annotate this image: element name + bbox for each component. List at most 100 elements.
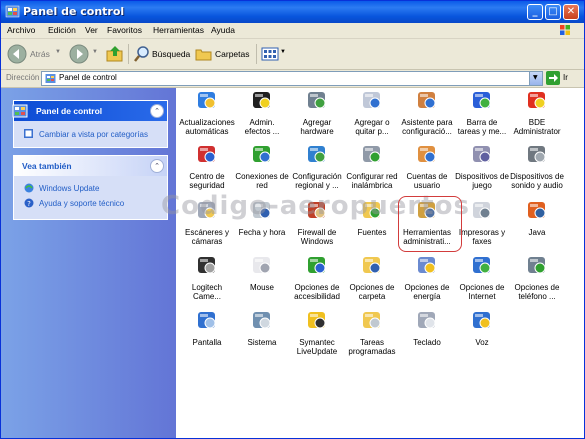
item-label: Opciones de accesibilidad bbox=[289, 283, 345, 301]
control-panel-item[interactable]: Opciones de accesibilidad bbox=[289, 253, 345, 301]
close-button[interactable]: ✕ bbox=[563, 4, 579, 20]
network-icon bbox=[253, 146, 271, 163]
menu-edicion[interactable]: Edición bbox=[48, 25, 76, 35]
item-label-line1: Agregar o bbox=[354, 118, 390, 127]
item-label-line1: Fecha y hora bbox=[238, 228, 286, 237]
control-panel-item[interactable]: Actualizaciones automáticas bbox=[179, 88, 235, 136]
item-label: Opciones de carpeta bbox=[344, 283, 400, 301]
control-panel-box: Panel de control ⌃ Cambiar a vista por c… bbox=[12, 100, 168, 148]
item-label-line2: automáticas bbox=[185, 127, 229, 136]
back-button[interactable]: Atrás ▼ bbox=[7, 43, 62, 65]
collapse-icon[interactable]: ⌃ bbox=[150, 104, 164, 118]
toolbar-separator bbox=[128, 44, 129, 64]
item-label-line1: Barra de bbox=[466, 118, 498, 127]
control-panel-item[interactable]: Dispositivos de juego bbox=[454, 142, 510, 190]
control-panel-item[interactable]: Voz bbox=[454, 308, 510, 347]
control-panel-item[interactable]: Asistente para configuració... bbox=[399, 88, 455, 136]
item-label-line1: Opciones de bbox=[404, 283, 450, 292]
views-button[interactable]: ▼ bbox=[261, 43, 287, 65]
mouse-icon bbox=[253, 257, 271, 274]
control-panel-item[interactable]: Agregar hardware bbox=[289, 88, 345, 136]
collapse-icon[interactable]: ⌃ bbox=[150, 159, 164, 173]
item-label: Admin. efectos ... bbox=[234, 118, 290, 136]
control-panel-item[interactable]: Cuentas de usuario bbox=[399, 142, 455, 190]
control-panel-item[interactable]: Opciones de carpeta bbox=[344, 253, 400, 301]
item-label-line1: Pantalla bbox=[192, 338, 222, 347]
control-panel-item[interactable]: Opciones de energía bbox=[399, 253, 455, 301]
address-dropdown-button[interactable]: ▼ bbox=[529, 72, 542, 85]
item-label-line1: Fuentes bbox=[357, 228, 387, 237]
item-label-line2: accesibilidad bbox=[294, 292, 340, 301]
windows-update-link[interactable]: Windows Update bbox=[39, 184, 99, 193]
logitech-icon bbox=[198, 257, 216, 274]
item-label-line1: Centro de bbox=[189, 172, 225, 181]
maximize-button[interactable]: □ bbox=[545, 4, 561, 20]
control-panel-item[interactable]: Mouse bbox=[234, 253, 290, 292]
item-label: Agregar o quitar p... bbox=[344, 118, 400, 136]
help-support-link[interactable]: Ayuda y soporte técnico bbox=[39, 199, 124, 208]
item-label-line1: Dispositivos de bbox=[455, 172, 509, 181]
panel-header[interactable]: Panel de control ⌃ bbox=[12, 101, 167, 121]
item-label-line2: Administrator bbox=[513, 127, 561, 136]
control-panel-item[interactable]: Tareas programadas bbox=[344, 308, 400, 356]
forward-button[interactable]: ▼ bbox=[69, 43, 99, 65]
control-panel-item[interactable]: Conexiones de red bbox=[234, 142, 290, 190]
item-label-line1: Agregar bbox=[302, 118, 332, 127]
control-panel-item[interactable]: Opciones de Internet bbox=[454, 253, 510, 301]
title-bar[interactable]: Panel de control _ □ ✕ bbox=[1, 1, 584, 23]
menu-favoritos[interactable]: Favoritos bbox=[107, 25, 142, 35]
windows-logo-icon bbox=[560, 25, 570, 35]
toolbar-separator bbox=[256, 44, 257, 64]
control-panel-item[interactable]: Agregar o quitar p... bbox=[344, 88, 400, 136]
item-label: Centro de seguridad bbox=[179, 172, 235, 190]
control-panel-item[interactable]: Configurar red inalámbrica bbox=[344, 142, 400, 190]
item-label: Opciones de Internet bbox=[454, 283, 510, 301]
control-panel-item[interactable]: Configuración regional y ... bbox=[289, 142, 345, 190]
liveupdate-icon bbox=[308, 312, 326, 329]
search-button[interactable]: Búsqueda bbox=[133, 43, 191, 65]
minimize-button[interactable]: _ bbox=[527, 4, 543, 20]
control-panel-item[interactable]: Pantalla bbox=[179, 308, 235, 347]
control-panel-item[interactable]: Centro de seguridad bbox=[179, 142, 235, 190]
item-label-line1: Actualizaciones bbox=[179, 118, 235, 127]
folders-button[interactable]: Carpetas bbox=[195, 43, 253, 65]
category-view-icon bbox=[24, 129, 33, 138]
item-label-line2: faxes bbox=[472, 237, 492, 246]
speaker-icon bbox=[253, 92, 271, 109]
address-input[interactable]: Panel de control ▼ bbox=[41, 71, 543, 86]
item-label-line1: Sistema bbox=[247, 338, 277, 347]
control-panel-item[interactable]: Java bbox=[509, 198, 565, 237]
switch-category-view-link[interactable]: Cambiar a vista por categorías bbox=[39, 130, 148, 139]
control-panel-item[interactable]: Teclado bbox=[399, 308, 455, 347]
svg-text:?: ? bbox=[27, 200, 31, 208]
chevron-down-icon: ▼ bbox=[533, 74, 538, 81]
control-panel-item[interactable]: Admin. efectos ... bbox=[234, 88, 290, 136]
explorer-window: Panel de control _ □ ✕ Archivo Edición V… bbox=[0, 0, 585, 439]
java-icon bbox=[528, 202, 546, 219]
control-panel-item[interactable]: Barra de tareas y me... bbox=[454, 88, 510, 136]
item-label-line1: Symantec bbox=[299, 338, 335, 347]
control-panel-item[interactable]: Sistema bbox=[234, 308, 290, 347]
globe-icon bbox=[308, 146, 326, 163]
go-button[interactable]: Ir bbox=[546, 71, 582, 85]
tasks-folder-icon bbox=[363, 312, 381, 329]
control-panel-item[interactable]: Logitech Came... bbox=[179, 253, 235, 301]
item-label: Sistema bbox=[234, 338, 290, 347]
address-value: Panel de control bbox=[59, 73, 117, 82]
control-panel-item[interactable]: Symantec LiveUpdate bbox=[289, 308, 345, 356]
up-folder-button[interactable] bbox=[105, 43, 125, 65]
item-label-line2: Came... bbox=[192, 292, 221, 301]
menu-ver[interactable]: Ver bbox=[85, 25, 98, 35]
control-panel-item[interactable]: Opciones de teléfono ... bbox=[509, 253, 565, 301]
item-label: Mouse bbox=[234, 283, 290, 292]
item-label: Barra de tareas y me... bbox=[454, 118, 510, 136]
menu-herramientas[interactable]: Herramientas bbox=[153, 25, 204, 35]
gamepad-icon bbox=[473, 146, 491, 163]
item-label-line2: Windows bbox=[300, 237, 334, 246]
control-panel-item[interactable]: BDE Administrator bbox=[509, 88, 565, 136]
item-label: Conexiones de red bbox=[234, 172, 290, 190]
menu-archivo[interactable]: Archivo bbox=[7, 25, 35, 35]
control-panel-item[interactable]: Dispositivos de sonido y audio bbox=[509, 142, 565, 190]
menu-ayuda[interactable]: Ayuda bbox=[211, 25, 235, 35]
panel-header[interactable]: Vea también ⌃ bbox=[14, 156, 167, 176]
